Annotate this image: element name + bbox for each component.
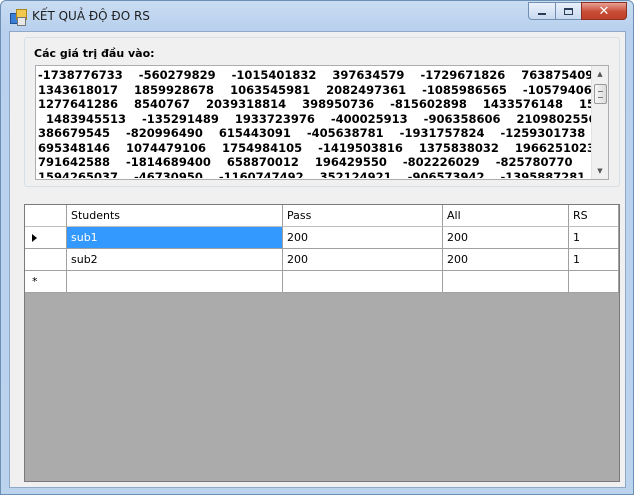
new-cell-rs[interactable]: [569, 271, 619, 293]
column-header-all[interactable]: All: [443, 205, 569, 227]
minimize-button[interactable]: [528, 2, 555, 20]
scroll-down-icon[interactable]: ▼: [592, 163, 608, 179]
column-header-students[interactable]: Students: [67, 205, 283, 227]
cell-pass[interactable]: 200: [283, 227, 443, 249]
cell-all[interactable]: 200: [443, 249, 569, 271]
new-cell-students[interactable]: [67, 271, 283, 293]
maximize-button[interactable]: [555, 2, 581, 20]
new-cell-pass[interactable]: [283, 271, 443, 293]
scroll-up-icon[interactable]: ▲: [592, 66, 608, 82]
cell-students[interactable]: sub1: [67, 227, 283, 249]
table-row[interactable]: sub1 200 200 1: [25, 227, 619, 249]
new-cell-all[interactable]: [443, 271, 569, 293]
input-label: Các giá trị đầu vào:: [34, 47, 155, 60]
caption-buttons: ✕: [528, 2, 627, 22]
minimize-icon: [538, 13, 546, 15]
input-panel: Các giá trị đầu vào: -1738776733 -560279…: [24, 37, 620, 187]
column-header-pass[interactable]: Pass: [283, 205, 443, 227]
results-grid[interactable]: Students Pass All RS sub1 200 200 1 sub2…: [24, 204, 620, 482]
cell-rs[interactable]: 1: [569, 227, 619, 249]
main-window: KẾT QUẢ ĐỘ ĐO RS ✕ Các giá trị đầu vào: …: [0, 0, 634, 495]
current-row-arrow-icon: [32, 234, 37, 242]
row-header[interactable]: [25, 249, 67, 271]
cell-rs[interactable]: 1: [569, 249, 619, 271]
input-values-textbox[interactable]: -1738776733 -560279829 -1015401832 39763…: [35, 65, 609, 180]
column-header-rs[interactable]: RS: [569, 205, 619, 227]
input-values-text[interactable]: -1738776733 -560279829 -1015401832 39763…: [38, 68, 592, 178]
cell-all[interactable]: 200: [443, 227, 569, 249]
new-row[interactable]: *: [25, 271, 619, 293]
grid-corner-header[interactable]: [25, 205, 67, 227]
scroll-thumb[interactable]: [594, 84, 607, 104]
maximize-icon: [564, 7, 573, 15]
table-row[interactable]: sub2 200 200 1: [25, 249, 619, 271]
close-icon: ✕: [598, 3, 610, 19]
new-row-star-icon: *: [32, 275, 38, 288]
row-header-new[interactable]: *: [25, 271, 67, 293]
cell-students[interactable]: sub2: [67, 249, 283, 271]
grid-header-row: Students Pass All RS: [25, 205, 619, 227]
client-area: Các giá trị đầu vào: -1738776733 -560279…: [9, 31, 626, 488]
close-button[interactable]: ✕: [581, 2, 627, 20]
vertical-scrollbar[interactable]: ▲ ▼: [591, 66, 608, 179]
window-title: KẾT QUẢ ĐỘ ĐO RS: [32, 9, 150, 23]
cell-pass[interactable]: 200: [283, 249, 443, 271]
title-bar[interactable]: KẾT QUẢ ĐỘ ĐO RS ✕: [1, 1, 633, 31]
app-icon[interactable]: [10, 9, 27, 26]
row-header-current[interactable]: [25, 227, 67, 249]
